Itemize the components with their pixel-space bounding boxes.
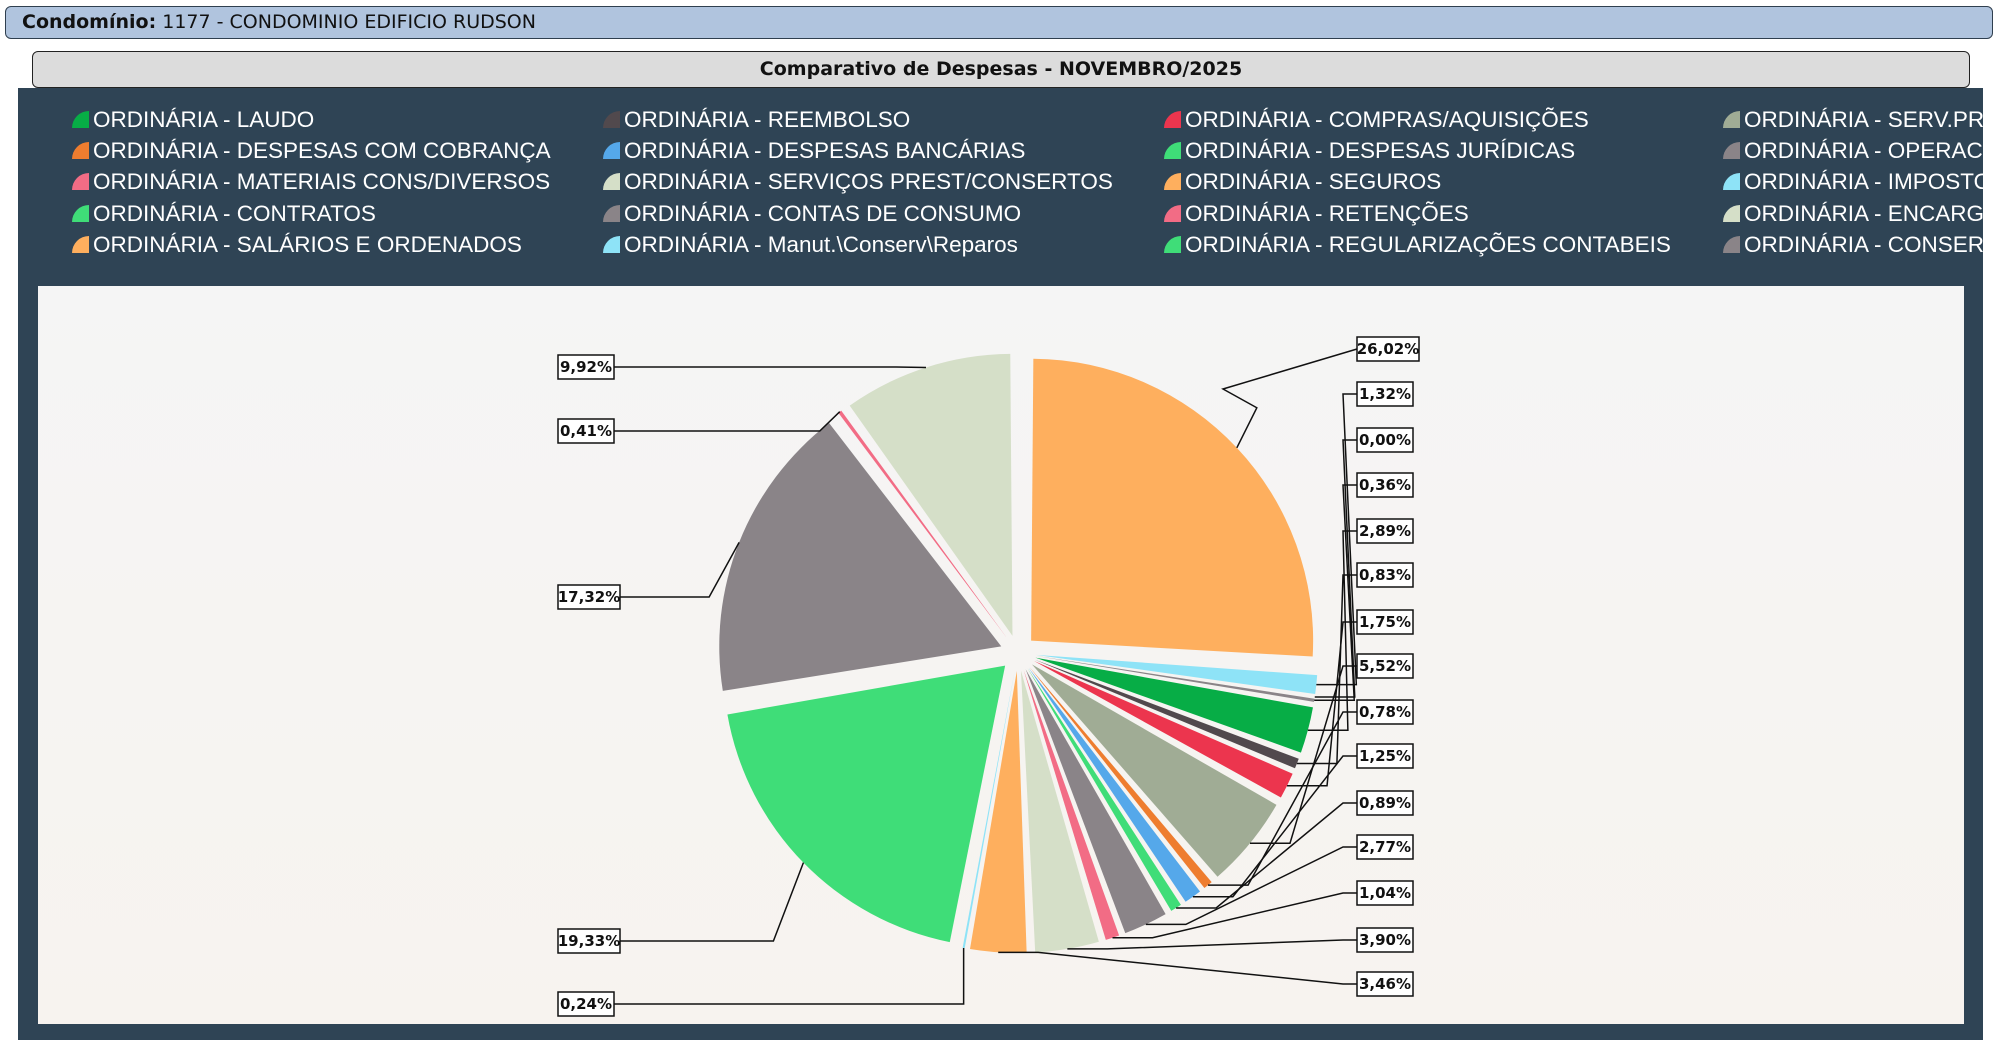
condominium-value: 1177 - CONDOMINIO EDIFICIO RUDSON xyxy=(162,11,536,33)
leader-line xyxy=(1221,348,1358,449)
chart-panel: ORDINÁRIA - LAUDO ORDINÁRIA - DESPESAS CO… xyxy=(18,88,1983,1040)
data-label: 1,04% xyxy=(1359,884,1411,902)
data-label: 0,41% xyxy=(560,422,612,440)
leader-line xyxy=(614,411,841,432)
data-label: 0,00% xyxy=(1359,431,1411,449)
condominium-label: Condomínio: xyxy=(22,11,157,33)
data-label: 0,83% xyxy=(1359,566,1411,584)
pie-slice[interactable] xyxy=(727,665,1006,943)
data-label: 3,90% xyxy=(1359,931,1411,949)
condominium-header: Condomínio: 1177 - CONDOMINIO EDIFICIO R… xyxy=(5,6,1993,39)
data-label: 0,89% xyxy=(1359,794,1411,812)
leader-line xyxy=(620,542,740,598)
data-label: 0,36% xyxy=(1359,476,1411,494)
leader-line xyxy=(1067,939,1357,950)
data-label: 3,46% xyxy=(1359,975,1411,993)
data-label: 26,02% xyxy=(1357,340,1419,358)
pie-slice[interactable] xyxy=(1031,358,1314,657)
data-label: 9,92% xyxy=(560,358,612,376)
pie-chart: 26,02% 1,32% 0,00% 0,36% 2,89% 0,83% 1,75% 5,52… xyxy=(557,336,1420,1017)
data-label: 1,32% xyxy=(1359,385,1411,403)
data-label: 0,78% xyxy=(1359,703,1411,721)
leader-line xyxy=(620,862,805,942)
leader-line xyxy=(614,948,965,1005)
data-label: 19,33% xyxy=(558,932,620,950)
leader-line xyxy=(998,951,1357,985)
data-label: 1,25% xyxy=(1359,747,1411,765)
data-label: 1,75% xyxy=(1359,613,1411,631)
chart-title: Comparativo de Despesas - NOVEMBRO/2025 xyxy=(32,51,1970,88)
data-label: 2,89% xyxy=(1359,522,1411,540)
data-label: 5,52% xyxy=(1359,657,1411,675)
data-label: 0,24% xyxy=(560,995,612,1013)
data-label: 2,77% xyxy=(1359,838,1411,856)
data-label: 17,32% xyxy=(558,588,620,606)
